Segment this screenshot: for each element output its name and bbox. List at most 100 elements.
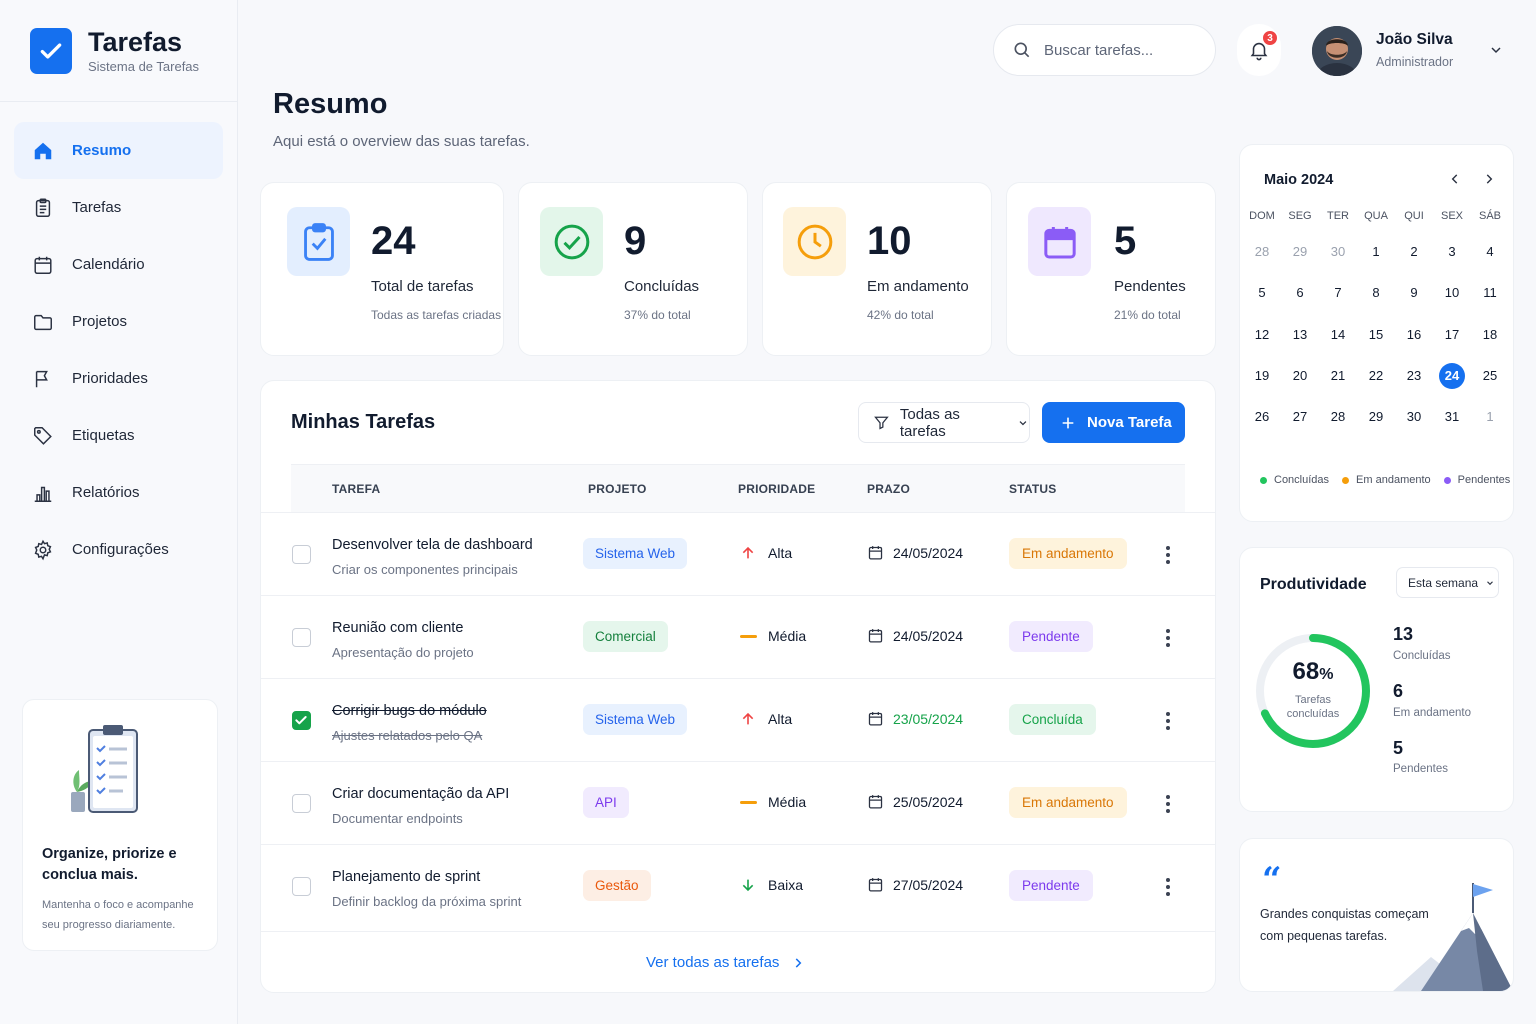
calendar-day[interactable]: 2	[1395, 239, 1433, 265]
project-tag[interactable]: Sistema Web	[583, 538, 688, 569]
calendar-day[interactable]: 29	[1357, 404, 1395, 430]
stat-note: 37% do total	[624, 308, 691, 322]
table-row[interactable]: Planejamento de sprint Definir backlog d…	[261, 844, 1215, 927]
calendar-day[interactable]: 5	[1243, 280, 1281, 306]
chevron-down-icon[interactable]	[1488, 42, 1504, 58]
calendar-day[interactable]: 23	[1395, 363, 1433, 389]
calendar-day[interactable]: 30	[1319, 239, 1357, 265]
sidebar-item-calendario[interactable]: Calendário	[14, 236, 223, 293]
stat-note: 21% do total	[1114, 308, 1181, 322]
table-row[interactable]: Reunião com cliente Apresentação do proj…	[261, 595, 1215, 678]
metric-label: Concluídas	[1393, 650, 1451, 662]
task-checkbox[interactable]	[292, 711, 311, 730]
table-row[interactable]: Desenvolver tela de dashboard Criar os c…	[261, 512, 1215, 595]
calendar-day[interactable]: 17	[1433, 321, 1471, 347]
search-box[interactable]	[993, 24, 1216, 76]
calendar-day[interactable]: 15	[1357, 321, 1395, 347]
sidebar-item-etiquetas[interactable]: Etiquetas	[14, 407, 223, 464]
calendar-icon	[868, 712, 883, 726]
project-tag[interactable]: API	[583, 787, 629, 818]
calendar-day[interactable]: 31	[1433, 404, 1471, 430]
period-dropdown[interactable]: Esta semana	[1396, 567, 1499, 598]
dash-icon	[739, 800, 757, 804]
calendar-day[interactable]: 8	[1357, 280, 1395, 306]
task-checkbox[interactable]	[292, 545, 311, 564]
promo-title: Organize, priorize e conclua mais.	[42, 846, 177, 883]
sidebar-item-label: Projetos	[72, 313, 128, 330]
task-checkbox[interactable]	[292, 794, 311, 813]
calendar-day[interactable]: 12	[1243, 321, 1281, 347]
column-header[interactable]: PRIORIDADE	[738, 482, 815, 496]
more-options-icon[interactable]	[1159, 792, 1177, 816]
calendar-day[interactable]: 29	[1281, 239, 1319, 265]
column-header[interactable]: PROJETO	[588, 482, 647, 496]
quote-card: “ Grandes conquistas começam com pequena…	[1239, 838, 1514, 992]
chevron-right-icon[interactable]	[1482, 172, 1496, 186]
progress-percent-value: 68	[1292, 658, 1320, 685]
column-header[interactable]: PRAZO	[867, 482, 910, 496]
avatar[interactable]	[1312, 26, 1362, 76]
sidebar-item-relatorios[interactable]: Relatórios	[14, 464, 223, 521]
task-checkbox[interactable]	[292, 877, 311, 896]
metric-value: 5	[1393, 738, 1404, 758]
table-row[interactable]: Corrigir bugs do módulo Ajustes relatado…	[261, 678, 1215, 761]
table-row[interactable]: Criar documentação da API Documentar end…	[261, 761, 1215, 844]
calendar-day[interactable]: 13	[1281, 321, 1319, 347]
calendar-day[interactable]: 30	[1395, 404, 1433, 430]
calendar-day[interactable]: 16	[1395, 321, 1433, 347]
filter-dropdown[interactable]: Todas as tarefas	[858, 402, 1030, 443]
status-badge: Em andamento	[1009, 538, 1127, 569]
calendar-day[interactable]: 28	[1319, 404, 1357, 430]
calendar-day[interactable]: 7	[1319, 280, 1357, 306]
new-task-button[interactable]: Nova Tarefa	[1042, 402, 1185, 443]
calendar-day[interactable]: 11	[1471, 280, 1509, 306]
sidebar-item-resumo[interactable]: Resumo	[14, 122, 223, 179]
stat-card-pendentes: 5 Pendentes 21% do total	[1006, 182, 1216, 356]
brand[interactable]: Tarefas Sistema de Tarefas	[0, 0, 237, 102]
calendar-day[interactable]: 9	[1395, 280, 1433, 306]
calendar-day[interactable]: 18	[1471, 321, 1509, 347]
calendar-day[interactable]: 21	[1319, 363, 1357, 389]
sidebar-item-projetos[interactable]: Projetos	[14, 293, 223, 350]
more-options-icon[interactable]	[1159, 709, 1177, 733]
clipboard-check-icon	[287, 207, 350, 276]
sidebar-item-tarefas[interactable]: Tarefas	[14, 179, 223, 236]
project-tag[interactable]: Gestão	[583, 870, 651, 901]
calendar-day[interactable]: 4	[1471, 239, 1509, 265]
calendar-day[interactable]: 25	[1471, 363, 1509, 389]
project-tag[interactable]: Sistema Web	[583, 704, 688, 735]
task-checkbox[interactable]	[292, 628, 311, 647]
calendar-day[interactable]: 14	[1319, 321, 1357, 347]
stat-card-total: 24 Total de tarefas Todas as tarefas cri…	[260, 182, 504, 356]
sidebar-item-prioridades[interactable]: Prioridades	[14, 350, 223, 407]
calendar-day[interactable]: 1	[1471, 404, 1509, 430]
calendar-day[interactable]: 19	[1243, 363, 1281, 389]
search-input[interactable]	[1044, 41, 1194, 59]
due-date-text: 27/05/2024	[893, 876, 964, 893]
calendar-week: 5 6 7 8 9 10 11	[1243, 272, 1509, 313]
calendar-day[interactable]: 3	[1433, 239, 1471, 265]
calendar-day[interactable]: 28	[1243, 239, 1281, 265]
calendar-day[interactable]: 27	[1281, 404, 1319, 430]
more-options-icon[interactable]	[1159, 543, 1177, 567]
calendar-day[interactable]: 20	[1281, 363, 1319, 389]
calendar-day[interactable]: 6	[1281, 280, 1319, 306]
calendar-day[interactable]: 10	[1433, 280, 1471, 306]
calendar-day[interactable]: 22	[1357, 363, 1395, 389]
sidebar-item-label: Calendário	[72, 256, 145, 273]
notification-badge: 3	[1262, 30, 1278, 46]
user-role: Administrador	[1376, 55, 1454, 69]
calendar-day-selected[interactable]: 24	[1433, 362, 1471, 389]
calendar-day[interactable]: 26	[1243, 404, 1281, 430]
chevron-left-icon[interactable]	[1448, 172, 1462, 186]
calendar-day[interactable]: 1	[1357, 239, 1395, 265]
more-options-icon[interactable]	[1159, 875, 1177, 899]
sidebar-item-configuracoes[interactable]: Configurações	[14, 521, 223, 578]
column-header[interactable]: STATUS	[1009, 482, 1056, 496]
legend-label: Pendentes	[1457, 474, 1511, 486]
see-all-tasks-link[interactable]: Ver todas as tarefas	[646, 954, 805, 971]
weekday-label: TER	[1327, 210, 1349, 222]
more-options-icon[interactable]	[1159, 626, 1177, 650]
project-tag[interactable]: Comercial	[583, 621, 668, 652]
column-header[interactable]: TAREFA	[332, 482, 380, 496]
